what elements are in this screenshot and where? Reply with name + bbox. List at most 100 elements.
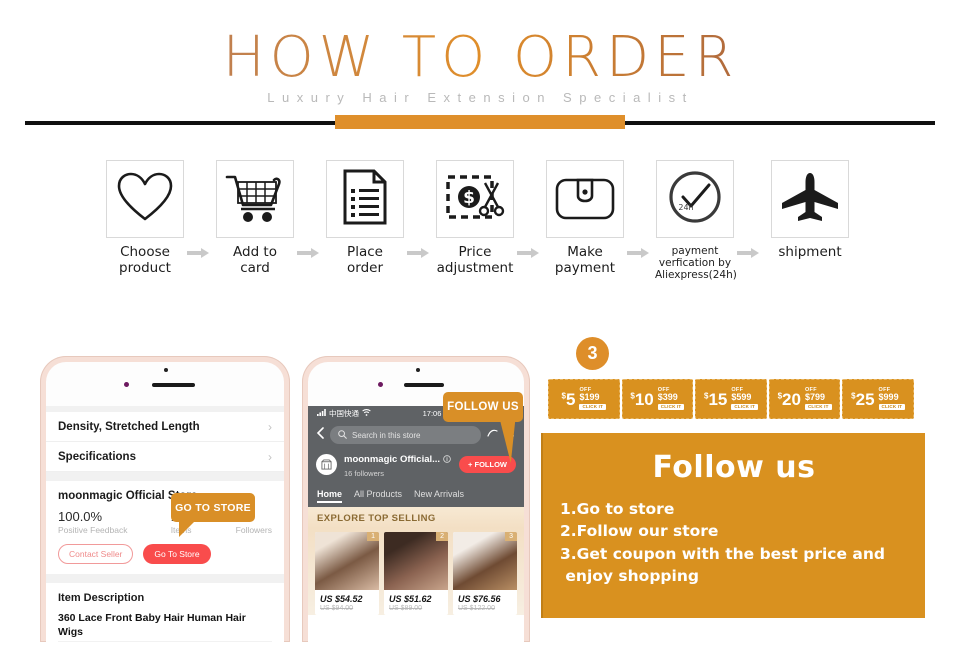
tab-all-products[interactable]: All Products <box>354 489 402 503</box>
product-old-price: US $94.00 <box>320 605 354 612</box>
store-tabs: Home All Products New Arrivals <box>308 484 524 507</box>
price-cut-icon: $ <box>445 171 505 228</box>
step-add-to-cart: Add to card <box>215 160 295 277</box>
chevron-right-icon: › <box>268 449 272 464</box>
page-subtitle: Luxury Hair Extension Specialist <box>267 90 694 105</box>
coupon-details: OFF $599 CLICK IT <box>731 387 758 411</box>
tab-new-arrivals[interactable]: New Arrivals <box>414 489 464 503</box>
coupon-details: OFF $799 CLICK IT <box>804 387 832 411</box>
follow-us-title: Follow us <box>652 450 816 485</box>
go-to-store-callout-label: GO TO STORE <box>175 501 251 514</box>
coupon-item[interactable]: $20 OFF $799 CLICK IT <box>768 379 841 419</box>
go-to-store-button[interactable]: Go To Store <box>143 544 211 564</box>
store-profile-row: moonmagic Official... 16 followers + FOL… <box>316 450 516 478</box>
step-shipment: shipment <box>770 160 850 261</box>
store-actions: Contact Seller Go To Store <box>58 544 272 564</box>
step-arrow <box>187 248 209 258</box>
top-selling-title: EXPLORE TOP SELLING <box>317 513 436 524</box>
coupon-click-it-button[interactable]: CLICK IT <box>731 403 758 411</box>
proximity-sensor-icon <box>164 368 168 372</box>
back-arrow-icon[interactable] <box>316 426 324 444</box>
front-camera-icon <box>124 382 129 387</box>
item-description-text-faded <box>46 641 284 642</box>
step-place-order: Place order <box>325 160 405 277</box>
product-old-price: US $122.00 <box>458 605 495 612</box>
coupon-strip: $5 OFF $199 CLICK IT $10 OFF $399 CLICK … <box>548 379 914 419</box>
search-icon <box>338 429 347 441</box>
step-choose-product: Choose product <box>105 160 185 277</box>
coupon-amount: $5 <box>562 391 576 408</box>
shopping-cart-icon <box>225 171 285 228</box>
step-arrow <box>627 248 649 258</box>
callout-tail <box>179 521 195 537</box>
rank-badge: 2 <box>436 532 448 541</box>
wallet-icon <box>555 174 615 225</box>
signal-bars-icon <box>317 409 326 418</box>
step-make-payment: Make payment <box>545 160 625 277</box>
followers-count: 16 followers <box>344 469 385 478</box>
list-item-specifications[interactable]: Specifications › <box>46 442 284 472</box>
stat-key: Positive Feedback <box>58 525 128 535</box>
tab-home[interactable]: Home <box>317 489 343 503</box>
store-header: Search in this store ⋯ moonmagic Officia… <box>308 421 524 484</box>
step-label: Make payment <box>554 244 616 276</box>
step-arrow <box>297 248 319 258</box>
store-name: moonmagic Official... <box>344 453 441 465</box>
header-section: HOW TO ORDER Luxury Hair Extension Speci… <box>0 0 961 140</box>
step-number-badge: 3 <box>576 337 609 370</box>
coupon-item[interactable]: $10 OFF $399 CLICK IT <box>621 379 694 419</box>
step-arrow <box>517 248 539 258</box>
search-input[interactable]: Search in this store <box>330 426 481 444</box>
coupon-details: OFF $199 CLICK IT <box>579 387 607 411</box>
share-icon[interactable] <box>487 426 498 444</box>
how-to-order-infographic: HOW TO ORDER Luxury Hair Extension Speci… <box>0 0 961 658</box>
coupon-click-it-button[interactable]: CLICK IT <box>579 403 607 411</box>
coupon-value: 20 <box>782 389 801 409</box>
coupon-amount: $10 <box>630 391 653 408</box>
step-icon-box: $ <box>436 160 514 238</box>
stat-positive-feedback: 100.0% Positive Feedback <box>58 509 127 535</box>
section-divider <box>46 472 284 481</box>
chevron-right-icon: › <box>268 419 272 434</box>
list-item-density[interactable]: Density, Stretched Length › <box>46 412 284 442</box>
coupon-value: 15 <box>708 389 728 409</box>
order-steps-row: Choose product Add to card Place order $… <box>0 160 961 300</box>
coupon-item[interactable]: $25 OFF $999 CLICK IT <box>842 379 914 419</box>
contact-seller-button[interactable]: Contact Seller <box>58 544 134 564</box>
stat-key: Followers <box>235 525 272 535</box>
item-description-text: 360 Lace Front Baby Hair Human Hair Wigs <box>46 607 284 640</box>
search-row: Search in this store ⋯ <box>316 426 516 444</box>
product-card[interactable]: 1 US $54.52 US $94.00 <box>315 532 379 615</box>
step-icon-box <box>106 160 184 238</box>
info-icon[interactable] <box>443 450 451 468</box>
list-item-label: Specifications <box>58 450 136 463</box>
coupon-amount: $15 <box>704 391 727 408</box>
follow-step: 2.Follow our store <box>560 522 719 541</box>
top-selling-banner: EXPLORE TOP SELLING <box>308 507 524 528</box>
step-icon-box <box>216 160 294 238</box>
step-icon-box <box>771 160 849 238</box>
product-old-price: US $89.00 <box>389 605 423 612</box>
airplane-icon <box>780 171 840 228</box>
coupon-click-it-button[interactable]: CLICK IT <box>657 403 685 411</box>
coupon-item[interactable]: $5 OFF $199 CLICK IT <box>548 379 620 419</box>
coupon-amount: $25 <box>851 391 874 408</box>
store-identity: moonmagic Official... 16 followers <box>344 450 451 478</box>
item-description-heading: Item Description <box>46 583 284 607</box>
front-camera-icon <box>378 382 383 387</box>
step-icon-box <box>326 160 404 238</box>
step-label: Choose product <box>119 244 171 276</box>
coupon-click-it-button[interactable]: CLICK IT <box>878 403 906 411</box>
list-item-label: Density, Stretched Length <box>58 420 200 433</box>
product-card[interactable]: 3 US $76.56 US $122.00 <box>453 532 517 615</box>
product-card[interactable]: 2 US $51.62 US $89.00 <box>384 532 448 615</box>
coupon-click-it-button[interactable]: CLICK IT <box>804 403 832 411</box>
step-icon-box <box>546 160 624 238</box>
product-price: US $76.56 <box>458 594 501 604</box>
rank-badge: 3 <box>505 532 517 541</box>
product-price: US $51.62 <box>389 594 432 604</box>
wifi-icon <box>362 409 371 418</box>
coupon-threshold: $799 <box>804 392 825 403</box>
coupon-item[interactable]: $15 OFF $599 CLICK IT <box>695 379 767 419</box>
product-price: US $54.52 <box>320 594 363 604</box>
